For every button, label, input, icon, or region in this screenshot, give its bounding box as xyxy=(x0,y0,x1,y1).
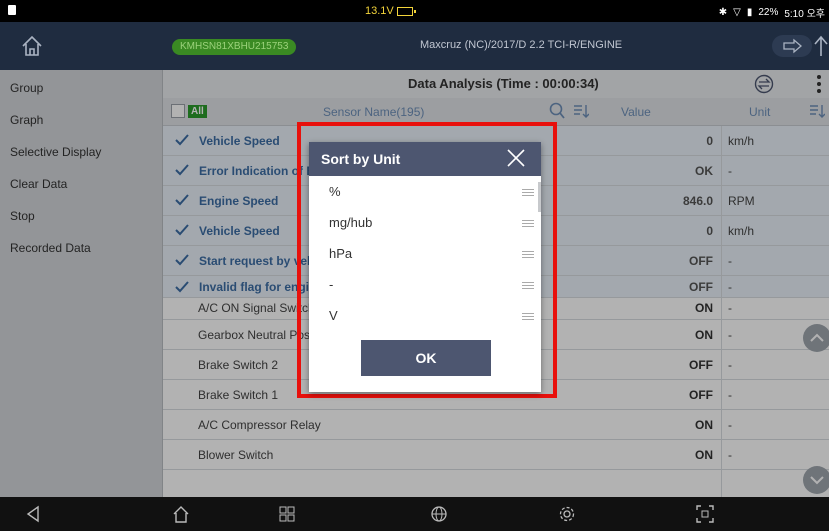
drag-handle-icon[interactable] xyxy=(522,251,534,258)
upload-icon[interactable] xyxy=(812,32,829,60)
unit-list-item[interactable]: - xyxy=(309,269,541,300)
list-scrollbar[interactable] xyxy=(538,182,541,212)
sim-icon xyxy=(8,5,16,15)
back-icon[interactable] xyxy=(24,505,42,523)
drag-handle-icon[interactable] xyxy=(522,189,534,196)
battery-percent: 22% xyxy=(758,7,779,18)
drag-handle-icon[interactable] xyxy=(522,282,534,289)
sort-by-unit-dialog: Sort by Unit % mg/hub hPa - V OK xyxy=(309,142,541,392)
vin-badge: KMHSN81XBHU215753 xyxy=(172,39,297,55)
home-icon[interactable] xyxy=(172,505,190,523)
gear-icon[interactable] xyxy=(558,505,576,523)
voltage-indicator: 13.1V xyxy=(365,5,416,17)
unit-label: hPa xyxy=(329,246,353,261)
battery-voltage-icon xyxy=(396,6,416,16)
system-nav-bar xyxy=(0,497,829,531)
unit-label: % xyxy=(329,184,341,199)
unit-label: V xyxy=(329,308,338,323)
drag-handle-icon[interactable] xyxy=(522,313,534,320)
wifi-icon: ▽ xyxy=(733,7,741,18)
unit-label: mg/hub xyxy=(329,215,373,230)
clock: 5:10 오후 xyxy=(784,9,825,20)
dialog-header: Sort by Unit xyxy=(309,142,541,176)
ok-button[interactable]: OK xyxy=(361,340,491,376)
unit-list: % mg/hub hPa - V xyxy=(309,176,541,331)
battery-icon: ▮ xyxy=(746,7,753,18)
unit-list-item[interactable]: % xyxy=(309,176,541,207)
unit-list-item[interactable]: mg/hub xyxy=(309,207,541,238)
vehicle-title: Maxcruz (NC)/2017/D 2.2 TCI-R/ENGINE xyxy=(420,39,623,51)
share-button[interactable] xyxy=(772,35,812,57)
drag-handle-icon[interactable] xyxy=(522,220,534,227)
bluetooth-icon: ✱ xyxy=(718,7,728,18)
close-icon[interactable] xyxy=(505,147,527,169)
apps-grid-icon[interactable] xyxy=(278,505,296,523)
status-right: ✱ ▽ ▮ 22% 5:10 오후 xyxy=(719,5,825,20)
unit-label: - xyxy=(329,277,334,292)
status-bar: 13.1V ✱ ▽ ▮ 22% 5:10 오후 xyxy=(0,0,829,22)
globe-icon[interactable] xyxy=(430,505,448,523)
unit-list-item[interactable]: hPa xyxy=(309,238,541,269)
screenshot-icon[interactable] xyxy=(696,505,714,523)
dialog-title: Sort by Unit xyxy=(321,151,401,167)
app-header: KMHSN81XBHU215753 Maxcruz (NC)/2017/D 2.… xyxy=(0,22,829,70)
unit-list-item[interactable]: V xyxy=(309,300,541,331)
voltage-text: 13.1V xyxy=(365,5,394,17)
arrow-right-icon xyxy=(783,38,802,54)
home-icon[interactable] xyxy=(20,34,44,58)
